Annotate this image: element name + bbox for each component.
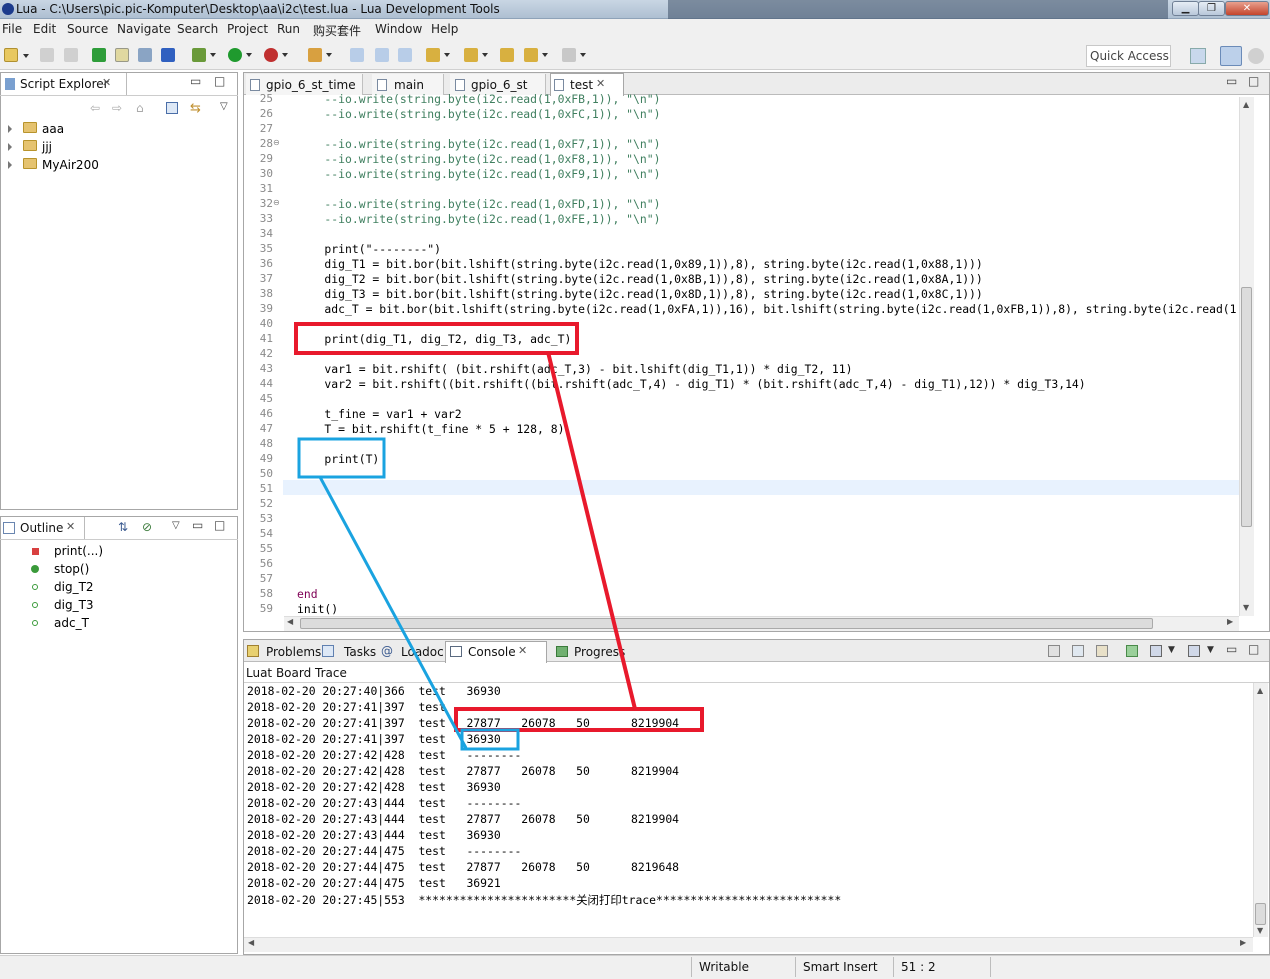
blue-box-console-value <box>460 728 520 751</box>
blue-box-print-t <box>297 437 386 479</box>
status-writable: Writable <box>699 960 749 974</box>
status-cursor-position: 51 : 2 <box>901 960 936 974</box>
red-annotation <box>294 322 704 732</box>
red-connector-line <box>546 351 637 710</box>
status-separator <box>795 957 796 977</box>
status-bar <box>0 955 1270 979</box>
blue-connector-line <box>318 476 468 749</box>
red-box-print-statement <box>294 322 579 355</box>
status-separator <box>990 957 991 977</box>
blue-annotation <box>297 437 520 751</box>
status-separator <box>893 957 894 977</box>
status-separator <box>691 957 692 977</box>
status-insert-mode: Smart Insert <box>803 960 878 974</box>
red-box-console-values <box>454 707 704 732</box>
annotation-overlay <box>294 322 704 751</box>
